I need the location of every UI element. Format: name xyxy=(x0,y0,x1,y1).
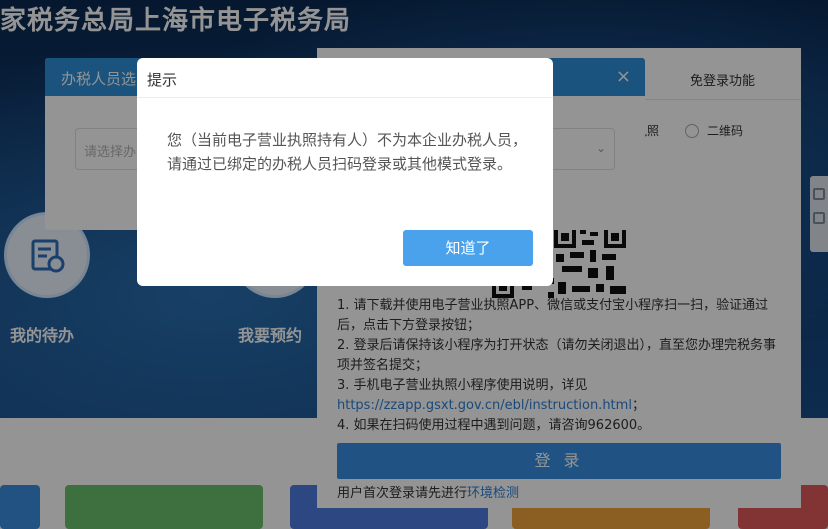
alert-modal: 提示 您（当前电子营业执照持有人）不为本企业办税人员，请通过已绑定的办税人员扫码… xyxy=(137,58,553,286)
ok-button[interactable]: 知道了 xyxy=(403,230,533,266)
alert-title: 提示 xyxy=(147,71,178,89)
alert-message: 您（当前电子营业执照持有人）不为本企业办税人员，请通过已绑定的办税人员扫码登录或… xyxy=(167,131,528,173)
alert-header: 提示 xyxy=(137,58,553,98)
